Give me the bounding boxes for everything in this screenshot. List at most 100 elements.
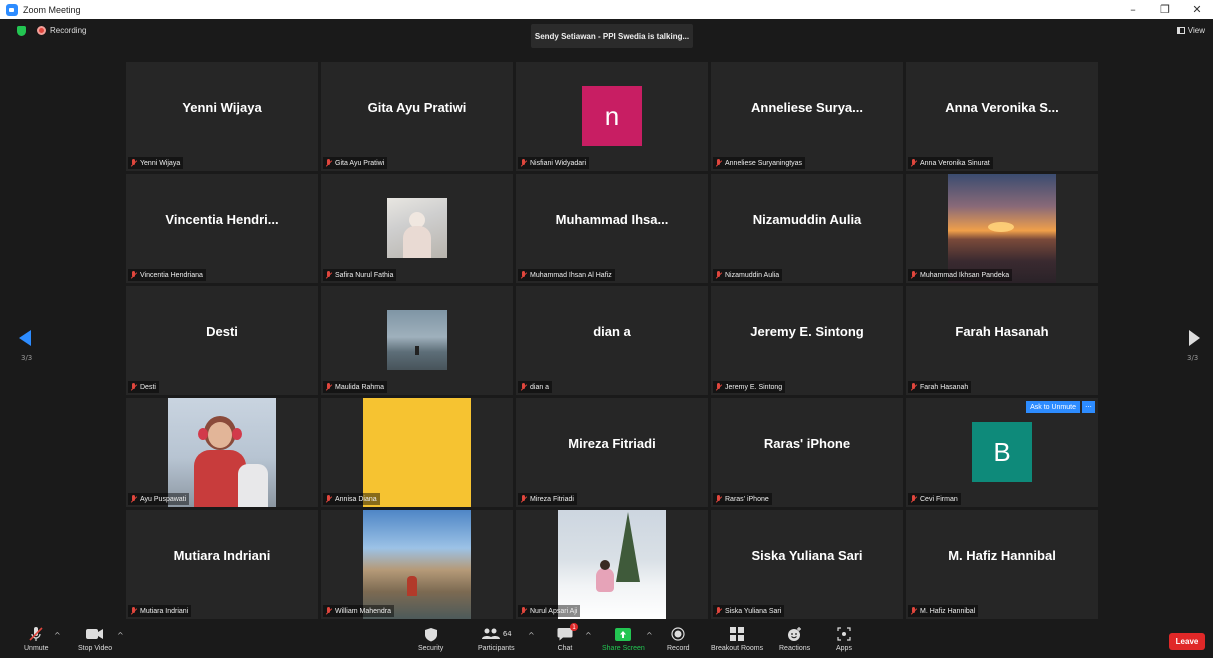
next-page-arrow-icon[interactable] — [1189, 330, 1200, 346]
security-shield-icon[interactable] — [17, 26, 26, 36]
participant-tile[interactable]: Nurul Apsari Aji — [516, 510, 708, 619]
profile-photo — [948, 174, 1056, 283]
share-options-chevron-icon[interactable]: ^ — [646, 631, 653, 640]
security-label: Security — [418, 645, 444, 652]
chat-unread-badge: 1 — [570, 623, 578, 631]
breakout-rooms-label: Breakout Rooms — [711, 645, 764, 652]
mic-muted-icon — [910, 607, 917, 615]
mic-muted-icon — [910, 159, 917, 167]
participant-name: Mutiara Indriani — [140, 607, 189, 615]
close-button[interactable]: ✕ — [1181, 0, 1213, 19]
unmute-button[interactable]: Unmute — [24, 626, 49, 652]
recording-label[interactable]: Recording — [50, 26, 86, 35]
participant-tile[interactable]: Anneliese Surya... Anneliese Suryaningty… — [711, 62, 903, 171]
share-screen-button[interactable]: Share Screen — [602, 626, 645, 652]
participant-name: Vincentia Hendriana — [140, 271, 203, 279]
leave-button[interactable]: Leave — [1169, 633, 1205, 650]
mic-muted-icon — [325, 495, 332, 503]
participants-button[interactable]: 64 Participants — [478, 626, 515, 652]
stop-video-button[interactable]: Stop Video — [78, 626, 112, 652]
view-button[interactable]: View — [1176, 26, 1205, 35]
view-label: View — [1187, 26, 1205, 35]
participant-tile[interactable]: Mutiara Indriani Mutiara Indriani — [126, 510, 318, 619]
mic-muted-icon — [520, 159, 527, 167]
audio-options-chevron-icon[interactable]: ^ — [54, 631, 61, 640]
participant-tile[interactable]: Desti Desti — [126, 286, 318, 395]
mic-muted-icon — [520, 495, 527, 503]
participant-display-name: Raras' iPhone — [763, 436, 851, 451]
profile-photo — [168, 398, 276, 507]
mic-muted-icon — [715, 495, 722, 503]
window-title: Zoom Meeting — [23, 4, 81, 15]
participant-tile[interactable]: Maulida Rahma — [321, 286, 513, 395]
more-options-button[interactable]: ··· — [1082, 401, 1095, 413]
participant-tile[interactable]: Raras' iPhone Raras' iPhone — [711, 398, 903, 507]
mic-muted-icon — [715, 607, 722, 615]
participant-name-label: Ayu Puspawati — [128, 493, 190, 505]
mic-muted-icon — [520, 607, 527, 615]
reactions-button[interactable]: Reactions — [779, 626, 810, 652]
participant-display-name: dian a — [593, 324, 631, 339]
participant-tile[interactable]: Safira Nurul Fathia — [321, 174, 513, 283]
participant-tile[interactable]: Muhammad Ikhsan Pandeka — [906, 174, 1098, 283]
avatar: B — [972, 422, 1032, 482]
participant-tile[interactable]: M. Hafiz Hannibal M. Hafiz Hannibal — [906, 510, 1098, 619]
participants-options-chevron-icon[interactable]: ^ — [528, 631, 535, 640]
participant-tile[interactable]: William Mahendra — [321, 510, 513, 619]
mic-muted-icon — [910, 271, 917, 279]
participant-name-label: Safira Nurul Fathia — [323, 269, 397, 281]
participant-display-name: Nizamuddin Aulia — [752, 212, 862, 227]
participant-tile[interactable]: Anna Veronika S... Anna Veronika Sinurat — [906, 62, 1098, 171]
mic-muted-icon — [715, 271, 722, 279]
participant-display-name: Vincentia Hendri... — [165, 212, 279, 227]
participant-name: Nizamuddin Aulia — [725, 271, 780, 279]
participants-count: 64 — [502, 630, 512, 638]
participant-tile[interactable]: B Ask to Unmute ··· Cevi Firman — [906, 398, 1098, 507]
participant-name: Mireza Fitriadi — [530, 495, 574, 503]
participant-name-label: Mireza Fitriadi — [518, 493, 577, 505]
participant-tile[interactable]: dian a dian a — [516, 286, 708, 395]
participant-tile[interactable]: Siska Yuliana Sari Siska Yuliana Sari — [711, 510, 903, 619]
share-screen-label: Share Screen — [602, 645, 645, 652]
record-button[interactable]: Record — [667, 626, 690, 652]
participant-name-label: Annisa Diana — [323, 493, 380, 505]
ask-to-unmute-button[interactable]: Ask to Unmute — [1026, 401, 1080, 413]
participant-tile[interactable]: Yenni Wijaya Yenni Wijaya — [126, 62, 318, 171]
profile-photo — [363, 398, 471, 507]
participant-name: Yenni Wijaya — [140, 159, 181, 167]
participant-tile[interactable]: Annisa Diana — [321, 398, 513, 507]
apps-button[interactable]: Apps — [836, 626, 852, 652]
participant-tile[interactable]: Ayu Puspawati — [126, 398, 318, 507]
chat-options-chevron-icon[interactable]: ^ — [585, 631, 592, 640]
participant-name-label: Anna Veronika Sinurat — [908, 157, 993, 169]
participant-tile[interactable]: Muhammad Ihsa... Muhammad Ihsan Al Hafiz — [516, 174, 708, 283]
participant-tile[interactable]: Mireza Fitriadi Mireza Fitriadi — [516, 398, 708, 507]
participant-name: Annisa Diana — [335, 495, 377, 503]
participant-name: Cevi Firman — [920, 495, 958, 503]
share-screen-icon — [615, 626, 632, 642]
video-options-chevron-icon[interactable]: ^ — [117, 631, 124, 640]
participant-name-label: M. Hafiz Hannibal — [908, 605, 979, 617]
minimize-button[interactable]: – — [1117, 0, 1149, 19]
participant-name: Ayu Puspawati — [140, 495, 187, 503]
participant-tile[interactable]: n Nisfiani Widyadari — [516, 62, 708, 171]
previous-page-arrow-icon[interactable] — [19, 330, 31, 346]
mic-muted-icon — [910, 495, 917, 503]
reactions-label: Reactions — [779, 645, 811, 652]
security-button[interactable]: Security — [418, 626, 443, 652]
record-icon — [671, 626, 685, 642]
participant-tile[interactable]: Jeremy E. Sintong Jeremy E. Sintong — [711, 286, 903, 395]
breakout-rooms-button[interactable]: Breakout Rooms — [711, 626, 763, 652]
participant-tile[interactable]: Gita Ayu Pratiwi Gita Ayu Pratiwi — [321, 62, 513, 171]
participant-name-label: Muhammad Ihsan Al Hafiz — [518, 269, 615, 281]
mic-off-icon — [28, 626, 44, 642]
restore-button[interactable]: ❐ — [1149, 0, 1181, 19]
participant-tile[interactable]: Farah Hasanah Farah Hasanah — [906, 286, 1098, 395]
participant-tile[interactable]: Nizamuddin Aulia Nizamuddin Aulia — [711, 174, 903, 283]
participant-name-label: Gita Ayu Pratiwi — [323, 157, 388, 169]
zoom-logo-icon — [6, 3, 18, 16]
participant-name: M. Hafiz Hannibal — [920, 607, 976, 615]
chat-button[interactable]: 1 Chat — [557, 623, 578, 652]
participant-tile[interactable]: Vincentia Hendri... Vincentia Hendriana — [126, 174, 318, 283]
page-indicator-right: 3/3 — [1187, 354, 1199, 362]
